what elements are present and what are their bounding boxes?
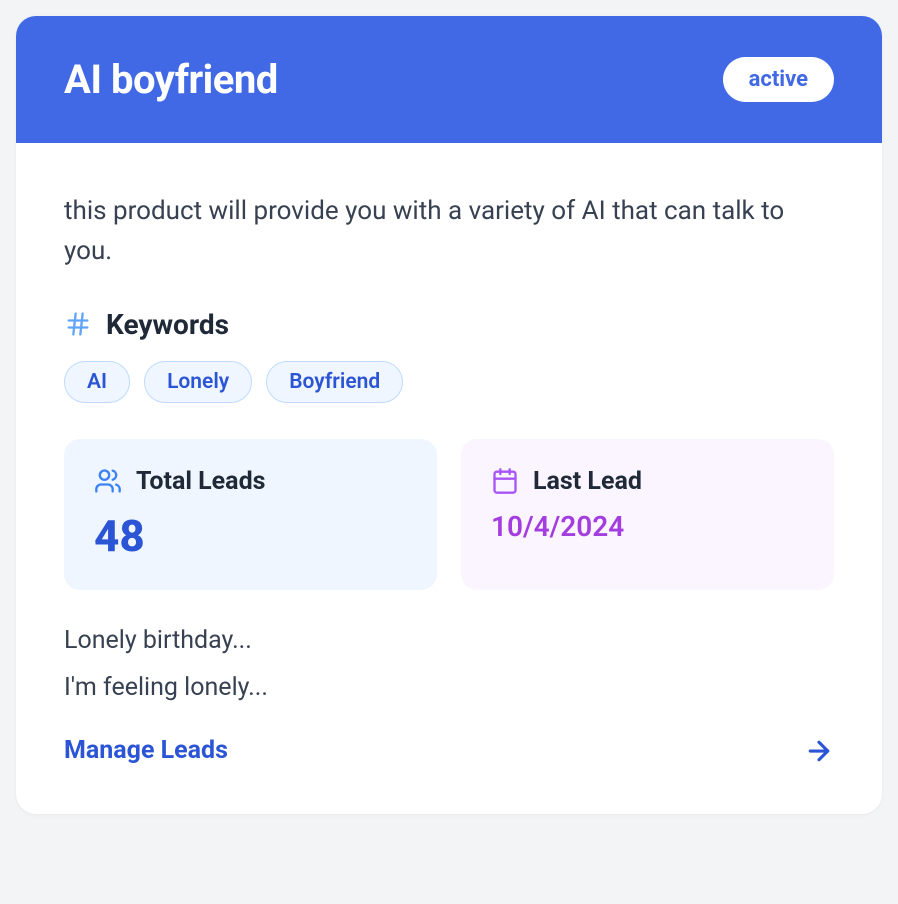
keyword-pill[interactable]: Boyfriend (266, 361, 403, 403)
keywords-label: Keywords (106, 308, 229, 341)
users-icon (94, 467, 122, 495)
stats-grid: Total Leads 48 Last Lead 10/4/2024 (64, 439, 834, 590)
card-footer: Manage Leads (64, 736, 834, 766)
keywords-header: Keywords (64, 308, 834, 341)
stat-header: Total Leads (94, 467, 407, 496)
keyword-pill[interactable]: AI (64, 361, 130, 403)
lead-sample: I'm feeling lonely... (64, 673, 834, 702)
total-leads-value: 48 (94, 510, 407, 562)
manage-leads-link[interactable]: Manage Leads (64, 736, 228, 765)
card-header: AI boyfriend active (16, 16, 882, 143)
last-lead-box: Last Lead 10/4/2024 (461, 439, 834, 590)
total-leads-box: Total Leads 48 (64, 439, 437, 590)
card-body: this product will provide you with a var… (16, 143, 882, 814)
stat-header: Last Lead (491, 467, 804, 496)
calendar-icon (491, 467, 519, 495)
card-title: AI boyfriend (64, 56, 278, 103)
hash-icon (64, 310, 92, 338)
last-lead-value: 10/4/2024 (491, 510, 804, 543)
lead-samples: Lonely birthday... I'm feeling lonely... (64, 626, 834, 702)
total-leads-label: Total Leads (136, 467, 265, 496)
status-badge: active (723, 57, 834, 102)
keywords-list: AI Lonely Boyfriend (64, 361, 834, 403)
product-card: AI boyfriend active this product will pr… (16, 16, 882, 814)
card-description: this product will provide you with a var… (64, 191, 834, 272)
keyword-pill[interactable]: Lonely (144, 361, 252, 403)
arrow-right-icon[interactable] (804, 736, 834, 766)
last-lead-label: Last Lead (533, 467, 642, 496)
lead-sample: Lonely birthday... (64, 626, 834, 655)
